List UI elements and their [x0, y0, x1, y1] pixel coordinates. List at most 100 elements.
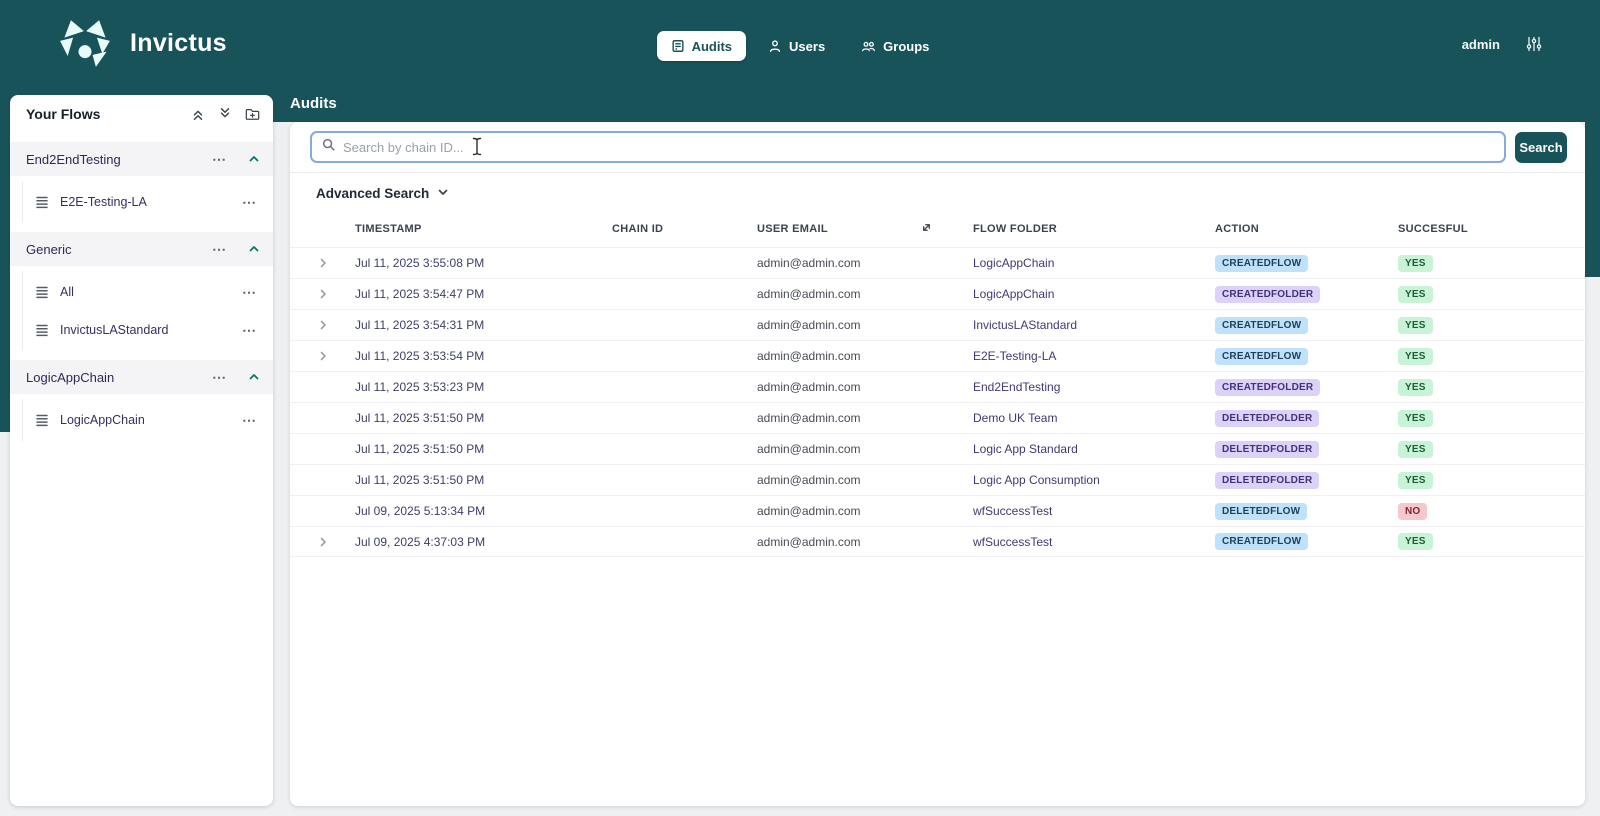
- groups-icon: [861, 39, 876, 53]
- cell-user-email: admin@admin.com: [757, 504, 861, 518]
- advanced-search-toggle[interactable]: Advanced Search: [316, 186, 449, 201]
- row-expand-chevron[interactable]: [290, 257, 355, 269]
- cell-succesful: YES: [1398, 440, 1585, 458]
- cell-flow-folder: Logic App Consumption: [973, 473, 1100, 487]
- page-title: Audits: [290, 95, 337, 112]
- search-button[interactable]: Search: [1515, 131, 1567, 163]
- cell-action: DELETEDFOLDER: [1215, 471, 1398, 489]
- table-row[interactable]: Jul 11, 2025 3:51:50 PM admin@admin.com …: [290, 464, 1585, 495]
- cell-timestamp: Jul 11, 2025 3:54:31 PM: [355, 318, 485, 332]
- sidebar-tools: [191, 107, 260, 121]
- flow-stack-icon: [35, 195, 49, 209]
- flow-item[interactable]: E2E-Testing-LA ⋯: [23, 183, 257, 221]
- flow-stack-icon: [35, 285, 49, 299]
- success-badge: YES: [1398, 254, 1433, 272]
- flow-item-label: InvictusLAStandard: [60, 323, 169, 337]
- cell-succesful: YES: [1398, 533, 1585, 550]
- table-row[interactable]: Jul 09, 2025 5:13:34 PM admin@admin.com …: [290, 495, 1585, 526]
- action-badge: CREATEDFOLDER: [1215, 285, 1321, 303]
- folder-collapse-icon[interactable]: [248, 243, 260, 255]
- folder-label: LogicAppChain: [26, 369, 115, 385]
- cell-flow-folder: wfSuccessTest: [973, 534, 1053, 549]
- flow-item[interactable]: LogicAppChain ⋯: [23, 401, 257, 439]
- cell-user-email: admin@admin.com: [757, 256, 861, 270]
- table-row[interactable]: Jul 11, 2025 3:51:50 PM admin@admin.com …: [290, 402, 1585, 433]
- search-box: [310, 131, 1506, 163]
- action-badge: CREATEDFOLDER: [1215, 378, 1321, 396]
- row-expand-chevron[interactable]: [290, 319, 355, 331]
- sidebar-header: Your Flows: [10, 95, 273, 133]
- cell-user-email: admin@admin.com: [757, 473, 861, 487]
- table-row[interactable]: Jul 11, 2025 3:51:50 PM admin@admin.com …: [290, 433, 1585, 464]
- audit-table-body: Jul 11, 2025 3:55:08 PM admin@admin.com …: [290, 247, 1585, 557]
- cell-user-email: admin@admin.com: [757, 349, 861, 363]
- flow-item-label: All: [60, 285, 74, 299]
- flow-folder-row[interactable]: LogicAppChain ⋯: [10, 360, 273, 394]
- col-succesful: SUCCESFUL: [1398, 223, 1468, 235]
- action-badge: CREATEDFLOW: [1215, 254, 1309, 272]
- table-row[interactable]: Jul 11, 2025 3:53:23 PM admin@admin.com …: [290, 371, 1585, 402]
- flow-item-menu-icon[interactable]: ⋯: [242, 413, 257, 427]
- success-badge: YES: [1398, 378, 1433, 396]
- row-expand-chevron[interactable]: [290, 350, 355, 362]
- flow-folder-section: LogicAppChain ⋯ LogicAppChain ⋯: [10, 360, 273, 441]
- cell-action: CREATEDFLOW: [1215, 316, 1398, 334]
- cell-flow-folder: LogicAppChain: [973, 287, 1055, 301]
- action-badge: DELETEDFOLDER: [1215, 440, 1320, 458]
- cell-flow-folder: End2EndTesting: [973, 380, 1061, 394]
- search-input[interactable]: [343, 139, 1494, 155]
- cell-timestamp: Jul 11, 2025 3:51:50 PM: [355, 411, 485, 425]
- tab-users[interactable]: Users: [754, 31, 839, 61]
- cell-flow-folder: InvictusLAStandard: [973, 318, 1078, 332]
- flow-item-menu-icon[interactable]: ⋯: [242, 323, 257, 337]
- table-row[interactable]: Jul 11, 2025 3:53:54 PM admin@admin.com …: [290, 340, 1585, 371]
- settings-sliders-icon[interactable]: [1526, 36, 1542, 52]
- cell-flow-folder: Logic App Standard: [973, 442, 1078, 456]
- action-badge: DELETEDFOLDER: [1215, 409, 1320, 427]
- col-action: ACTION: [1215, 223, 1259, 235]
- success-badge: YES: [1398, 347, 1433, 365]
- cell-timestamp: Jul 09, 2025 5:13:34 PM: [355, 504, 486, 518]
- col-flow-folder: FLOW FOLDER: [973, 223, 1057, 235]
- swap-columns-icon[interactable]: [920, 221, 973, 237]
- table-row[interactable]: Jul 09, 2025 4:37:03 PM admin@admin.com …: [290, 526, 1585, 557]
- expand-all-icon[interactable]: [218, 107, 232, 121]
- flow-item-menu-icon[interactable]: ⋯: [242, 285, 257, 299]
- tab-audits[interactable]: Audits: [656, 31, 747, 61]
- audit-table-header: TIMESTAMP CHAIN ID USER EMAIL FLOW FOLDE…: [290, 211, 1585, 247]
- table-row[interactable]: Jul 11, 2025 3:54:31 PM admin@admin.com …: [290, 309, 1585, 340]
- add-folder-icon[interactable]: [245, 107, 260, 121]
- folder-menu-icon[interactable]: ⋯: [212, 370, 227, 384]
- app-header: Invictus Audits Users Groups admin: [0, 0, 1600, 92]
- folder-menu-icon[interactable]: ⋯: [212, 242, 227, 256]
- cell-timestamp: Jul 11, 2025 3:55:08 PM: [355, 256, 485, 270]
- table-row[interactable]: Jul 11, 2025 3:55:08 PM admin@admin.com …: [290, 247, 1585, 278]
- cell-timestamp: Jul 11, 2025 3:51:50 PM: [355, 442, 485, 456]
- tab-groups[interactable]: Groups: [847, 31, 943, 61]
- flows-sidebar: Your Flows End2EndTesting ⋯ E2E-Testing-…: [10, 95, 273, 806]
- folder-collapse-icon[interactable]: [248, 371, 260, 383]
- flow-folder-row[interactable]: Generic ⋯: [10, 232, 273, 266]
- cell-action: CREATEDFOLDER: [1215, 378, 1398, 396]
- current-user: admin: [1461, 36, 1500, 52]
- cell-timestamp: Jul 11, 2025 3:53:54 PM: [355, 349, 485, 363]
- flow-item-label: E2E-Testing-LA: [60, 195, 147, 209]
- flow-folder-row[interactable]: End2EndTesting ⋯: [10, 142, 273, 176]
- flow-item-menu-icon[interactable]: ⋯: [242, 195, 257, 209]
- folder-children: E2E-Testing-LA ⋯: [22, 181, 273, 223]
- collapse-all-icon[interactable]: [191, 107, 205, 121]
- flow-item[interactable]: All ⋯: [23, 273, 257, 311]
- action-badge: CREATEDFLOW: [1215, 533, 1309, 550]
- text-cursor-pointer: [471, 137, 483, 161]
- audits-icon: [671, 39, 685, 53]
- row-expand-chevron[interactable]: [290, 288, 355, 300]
- table-row[interactable]: Jul 11, 2025 3:54:47 PM admin@admin.com …: [290, 278, 1585, 309]
- folder-menu-icon[interactable]: ⋯: [212, 152, 227, 166]
- folder-collapse-icon[interactable]: [248, 153, 260, 165]
- action-badge: CREATEDFLOW: [1215, 347, 1309, 365]
- flow-item[interactable]: InvictusLAStandard ⋯: [23, 311, 257, 349]
- row-expand-chevron[interactable]: [290, 536, 355, 548]
- audit-table: TIMESTAMP CHAIN ID USER EMAIL FLOW FOLDE…: [290, 211, 1585, 557]
- cell-timestamp: Jul 11, 2025 3:51:50 PM: [355, 473, 485, 487]
- cell-user-email: admin@admin.com: [757, 534, 861, 549]
